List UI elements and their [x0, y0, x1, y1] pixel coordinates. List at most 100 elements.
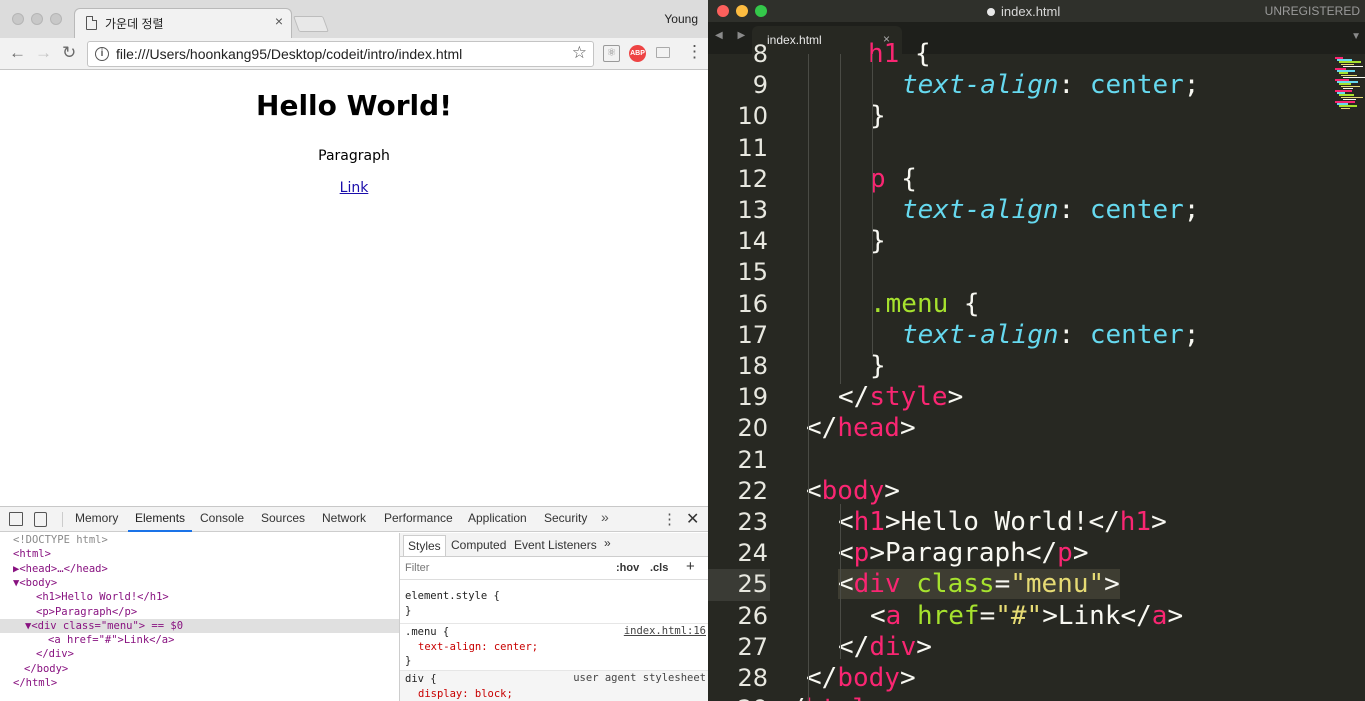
code-line[interactable]: .menu {	[870, 289, 980, 320]
tab-dropdown-icon[interactable]: ▼	[1351, 31, 1361, 42]
dom-node-body-close[interactable]: </body>	[24, 662, 423, 676]
line-number: 13	[737, 196, 768, 224]
rule-source-link[interactable]: index.html:16	[624, 624, 706, 639]
devtools-menu-icon[interactable]: ⋮	[662, 510, 677, 528]
new-tab-button[interactable]	[293, 16, 329, 32]
dom-node-div-close[interactable]: </div>	[36, 647, 435, 661]
indent-guide	[808, 54, 809, 701]
tab-memory[interactable]: Memory	[75, 511, 118, 525]
code-line[interactable]: text-align: center;	[902, 195, 1199, 226]
code-line[interactable]: <h1>Hello World!</h1>	[838, 507, 1167, 538]
document-icon	[86, 16, 97, 30]
tab-sources[interactable]: Sources	[261, 511, 305, 525]
divider	[62, 512, 63, 527]
dom-node-body[interactable]: ▼<body>	[13, 576, 412, 590]
code-line[interactable]: </style>	[838, 382, 963, 413]
code-line[interactable]: </head>	[806, 413, 916, 444]
dom-node-doctype[interactable]: <!DOCTYPE html>	[13, 533, 412, 547]
class-toggle[interactable]: .cls	[650, 562, 668, 574]
code-line[interactable]: </div>	[838, 632, 932, 663]
line-number: 20	[737, 414, 768, 443]
tab-console[interactable]: Console	[200, 511, 244, 525]
browser-tab[interactable]: 가운데 정렬 ×	[74, 8, 292, 39]
tab-elements[interactable]: Elements	[135, 511, 185, 525]
line-number: 16	[737, 289, 768, 318]
code-line[interactable]: text-align: center;	[902, 70, 1199, 101]
cast-icon[interactable]	[656, 47, 670, 58]
tab-close-icon[interactable]: ×	[275, 13, 283, 29]
minimap-line	[1341, 107, 1350, 110]
url-text[interactable]: file:///Users/hoonkang95/Desktop/codeit/…	[116, 46, 462, 62]
zoom-window-button[interactable]	[50, 13, 62, 25]
hover-state-toggle[interactable]: :hov	[616, 562, 639, 574]
tab-event-listeners[interactable]: Event Listeners	[514, 538, 597, 552]
code-line[interactable]: <body>	[806, 476, 900, 507]
line-number: 17	[737, 320, 768, 349]
dom-text: <a href="#">Link</a>	[48, 634, 175, 647]
tab-computed[interactable]: Computed	[451, 538, 506, 552]
more-panes-icon[interactable]: »	[604, 536, 611, 550]
tab-network[interactable]: Network	[322, 511, 366, 525]
dom-node-html-close[interactable]: </html>	[13, 676, 412, 690]
react-devtools-icon[interactable]: ⚛	[603, 45, 620, 62]
dom-text: <html>	[13, 548, 51, 561]
back-icon[interactable]: ←	[9, 43, 26, 63]
chrome-window: 가운데 정렬 × Young ← → ↻ i file:///Users/hoo…	[0, 0, 708, 701]
line-number: 27	[737, 632, 768, 661]
minimize-window-button[interactable]	[736, 5, 748, 17]
tab-styles[interactable]: Styles	[403, 535, 446, 556]
minimize-window-button[interactable]	[31, 13, 43, 25]
indent-guide	[840, 54, 841, 384]
forward-icon[interactable]: →	[35, 43, 52, 63]
profile-name[interactable]: Young	[664, 12, 698, 26]
code-line[interactable]: h1 {	[868, 39, 931, 70]
page-heading: Hello World!	[256, 89, 452, 122]
window-title: index.html	[986, 4, 1061, 19]
bookmark-star-icon[interactable]: ☆	[572, 43, 587, 63]
filter-input[interactable]: Filter	[405, 562, 429, 574]
dom-text: <h1>Hello World!</h1>	[36, 591, 169, 604]
rule-close: }	[405, 655, 412, 667]
devtools-close-icon[interactable]: ✕	[686, 509, 699, 529]
new-rule-icon[interactable]: +	[686, 558, 695, 575]
device-toolbar-icon[interactable]	[34, 512, 47, 527]
page-link[interactable]: Link	[340, 180, 369, 196]
code-line[interactable]: <div class="menu">	[838, 569, 1120, 600]
rule-element-style[interactable]: element.style { }	[400, 589, 708, 618]
code-line[interactable]: </html>	[774, 694, 884, 701]
rule-menu[interactable]: .menu { text-align: center; } index.html…	[400, 623, 708, 669]
code-line[interactable]: p {	[870, 164, 917, 195]
dom-node-a[interactable]: <a href="#">Link</a>	[48, 633, 447, 647]
line-number: 28	[737, 664, 768, 692]
code-editor[interactable]: 8 h1 {9 text-align: center; 10} 11 12 p {13 tex…	[708, 39, 1365, 701]
dom-node-head[interactable]: ▶<head>…</head>	[13, 562, 412, 576]
dom-node-div-selected[interactable]: ▼<div class="menu"> == $0	[0, 618, 399, 634]
info-icon[interactable]: i	[95, 47, 109, 61]
chrome-tabstrip: 가운데 정렬 × Young	[0, 0, 708, 39]
styles-filter[interactable]: Filter :hov .cls +	[400, 557, 708, 580]
code-line[interactable]: text-align: center;	[902, 320, 1199, 351]
line-number: 11	[737, 133, 768, 162]
address-bar[interactable]: i file:///Users/hoonkang95/Desktop/codei…	[87, 41, 594, 67]
dom-node-html[interactable]: <html>	[13, 547, 412, 561]
inspect-element-icon[interactable]	[9, 512, 23, 526]
minimap[interactable]	[1331, 54, 1365, 114]
close-window-button[interactable]	[12, 13, 24, 25]
tab-application[interactable]: Application	[468, 511, 527, 525]
rule-property[interactable]: text-align: center;	[405, 640, 708, 655]
dom-node-h1[interactable]: <h1>Hello World!</h1>	[36, 590, 435, 604]
adblock-icon[interactable]: ABP	[629, 45, 646, 62]
zoom-window-button[interactable]	[755, 5, 767, 17]
dom-node-p[interactable]: <p>Paragraph</p>	[36, 605, 435, 619]
chrome-menu-icon[interactable]: ⋮	[686, 42, 703, 62]
code-line[interactable]: <a href="#">Link</a>	[870, 601, 1183, 632]
code-line[interactable]: <p>Paragraph</p>	[838, 538, 1088, 569]
code-line[interactable]: }	[870, 351, 886, 382]
more-tabs-icon[interactable]: »	[601, 509, 609, 525]
tab-performance[interactable]: Performance	[384, 511, 453, 525]
reload-icon[interactable]: ↻	[62, 43, 76, 63]
line-number: 14	[737, 227, 768, 256]
tab-security[interactable]: Security	[544, 511, 587, 525]
code-line[interactable]: </body>	[806, 663, 916, 694]
close-window-button[interactable]	[717, 5, 729, 17]
